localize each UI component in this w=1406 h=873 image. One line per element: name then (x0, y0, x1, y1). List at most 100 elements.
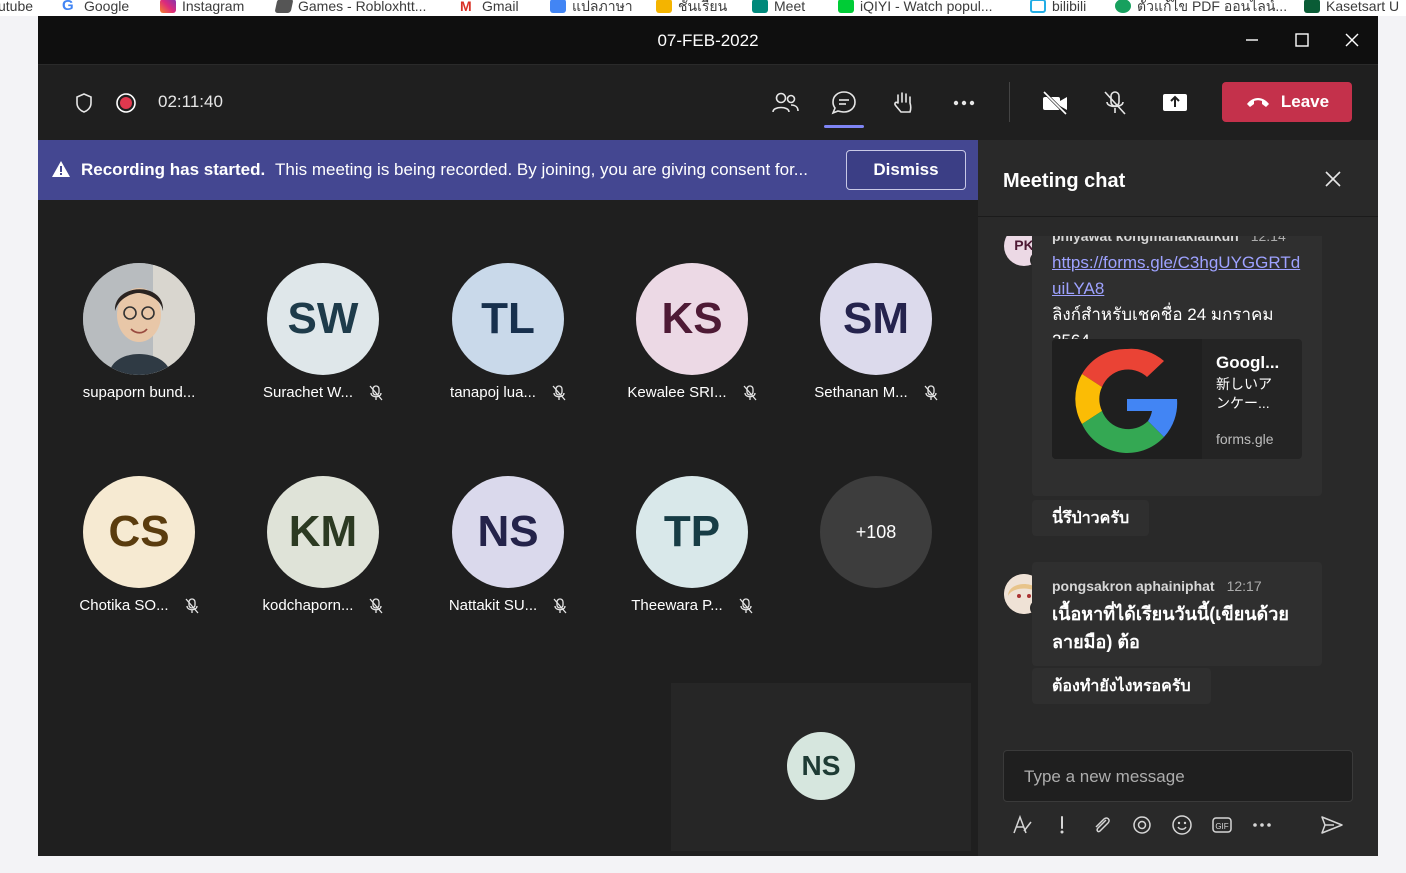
mic-muted-icon (369, 384, 383, 400)
teams-meeting-window: 07-FEB-2022 02:11:40 Leave Recording has… (38, 16, 1378, 856)
participant-tile[interactable]: KS Kewalee SRI... (612, 263, 772, 423)
participant-tile[interactable]: NS Nattakit SU... (428, 476, 588, 636)
message-meta: phiyawat kongmanakiatikun 12:14 (1052, 236, 1286, 246)
bookmark-classroom[interactable]: ชั้นเรียน (656, 0, 727, 13)
bookmark-instagram[interactable]: Instagram (160, 0, 244, 13)
participants-grid: supaporn bund... SW Surachet W... TL tan… (38, 200, 978, 856)
sender-name: pongsakron aphainiphat (1052, 578, 1215, 594)
participant-tile[interactable]: KM kodchaporn... (243, 476, 403, 636)
chat-button[interactable] (830, 89, 858, 117)
bookmark-youtube[interactable]: utube (0, 0, 33, 13)
raise-hand-button[interactable] (890, 89, 918, 117)
participant-tile[interactable]: CS Chotika SO... (59, 476, 219, 636)
form-link-continued[interactable]: uiLYA8 (1052, 279, 1104, 298)
message-input[interactable] (1004, 751, 1356, 803)
participant-name-row: Surachet W... (243, 384, 403, 401)
bookmark-translate[interactable]: แปลภาษา (550, 0, 633, 13)
participant-tile[interactable]: supaporn bund... (59, 263, 219, 423)
share-screen-button[interactable] (1161, 89, 1189, 117)
banner-message: This meeting is being recorded. By joini… (275, 160, 808, 179)
mic-muted-icon (185, 597, 199, 613)
exclamation-icon (1060, 816, 1064, 834)
banner-title: Recording has started. (81, 160, 266, 179)
warning-icon (51, 160, 71, 183)
message-text: เนื้อหาที่ได้เรียนวันนี้(เขียนด้วย (1052, 604, 1289, 624)
participant-avatar: CS (83, 476, 195, 588)
important-button[interactable] (1049, 812, 1075, 838)
bookmark-meet[interactable]: Meet (752, 0, 805, 13)
participant-photo (83, 263, 195, 375)
more-icon (953, 100, 975, 106)
participant-tile[interactable]: TP Theewara P... (612, 476, 772, 636)
participants-button[interactable] (771, 89, 799, 117)
format-button[interactable] (1009, 812, 1035, 838)
participant-name: Chotika SO... (79, 597, 169, 614)
participant-avatar: SW (267, 263, 379, 375)
maximize-button[interactable] (1290, 28, 1314, 52)
self-view-tile[interactable]: NS (671, 683, 971, 851)
recording-banner: Recording has started. This meeting is b… (38, 140, 978, 200)
participant-name-row: Nattakit SU... (428, 597, 588, 614)
close-window-button[interactable] (1340, 28, 1364, 52)
bookmark-label: Instagram (182, 0, 245, 14)
loop-icon (1133, 816, 1151, 834)
emoji-button[interactable] (1169, 812, 1195, 838)
shield-icon[interactable] (74, 92, 94, 114)
meeting-timer: 02:11:40 (158, 92, 223, 111)
preview-domain: forms.gle (1216, 431, 1274, 447)
bookmark-google[interactable]: G Google (62, 0, 129, 13)
more-participants-tile[interactable]: +108 (796, 476, 956, 636)
compose-box (1003, 750, 1356, 803)
bookmark-pdf-editor[interactable]: ตัวแก้ไข PDF ออนไลน์... (1115, 0, 1287, 13)
participant-tile[interactable]: TL tanapoj lua... (428, 263, 588, 423)
bookmark-kasetsart[interactable]: Kasetsart U (1304, 0, 1399, 13)
gif-button[interactable]: GIF (1209, 812, 1235, 838)
bookmark-label: bilibili (1052, 0, 1087, 14)
maximize-icon (1295, 33, 1309, 47)
minimize-button[interactable] (1240, 28, 1264, 52)
loop-button[interactable] (1129, 812, 1155, 838)
paperclip-icon (1095, 817, 1110, 833)
mic-muted-icon (369, 597, 383, 613)
preview-description: 新しいア ンケー... (1216, 375, 1272, 413)
toolbar-divider (1009, 82, 1010, 122)
close-icon (1325, 171, 1341, 187)
bookmark-roblox[interactable]: Games - Robloxhtt... (274, 0, 426, 13)
mic-toggle-button[interactable] (1101, 89, 1129, 117)
link-preview-card[interactable]: Googl... 新しいア ンケー... forms.gle (1052, 339, 1302, 459)
chat-close-button[interactable] (1322, 168, 1344, 190)
bookmark-label: Gmail (482, 0, 519, 14)
more-options-button[interactable] (950, 89, 978, 117)
participant-name: Theewara P... (631, 597, 723, 614)
dismiss-button[interactable]: Dismiss (846, 150, 966, 190)
message-text: ลิงก์สำหรับเชคชื่อ 24 มกราคม (1052, 305, 1274, 324)
participant-name: Nattakit SU... (448, 597, 538, 614)
meeting-toolbar: 02:11:40 Leave (38, 65, 1378, 140)
self-avatar: NS (787, 732, 855, 800)
hang-up-icon (1246, 98, 1269, 107)
participant-name: Kewalee SRI... (627, 384, 727, 401)
participant-tile[interactable]: SM Sethanan M... (796, 263, 956, 423)
chat-icon (831, 91, 856, 115)
participant-name: kodchaporn... (262, 597, 354, 614)
send-button[interactable] (1319, 812, 1345, 838)
bookmark-label: Google (84, 0, 130, 14)
pdf-editor-icon (1115, 0, 1131, 13)
message-body: เนื้อหาที่ได้เรียนวันนี้(เขียนด้วย ลายมื… (1052, 600, 1289, 656)
participant-tile[interactable]: SW Surachet W... (243, 263, 403, 423)
attach-button[interactable] (1089, 812, 1115, 838)
bookmark-label: ชั้นเรียน (678, 0, 728, 14)
bookmark-iqiyi[interactable]: iQIYI - Watch popul... (838, 0, 993, 13)
preview-description-line: 新しいア (1216, 376, 1272, 392)
more-compose-options-button[interactable] (1249, 812, 1275, 838)
form-link[interactable]: https://forms.gle/C3hgUYGGRTd (1052, 253, 1300, 272)
svg-text:GIF: GIF (1215, 822, 1228, 831)
bookmark-label: Kasetsart U (1326, 0, 1400, 14)
format-text-icon (1013, 814, 1032, 834)
chat-message: phiyawat kongmanakiatikun 12:14 https://f… (1032, 236, 1322, 496)
camera-toggle-button[interactable] (1041, 89, 1069, 117)
translate-icon (550, 0, 566, 13)
bookmark-bilibili[interactable]: bilibili (1030, 0, 1086, 13)
leave-button[interactable]: Leave (1222, 82, 1352, 122)
bookmark-gmail[interactable]: M Gmail (460, 0, 519, 13)
